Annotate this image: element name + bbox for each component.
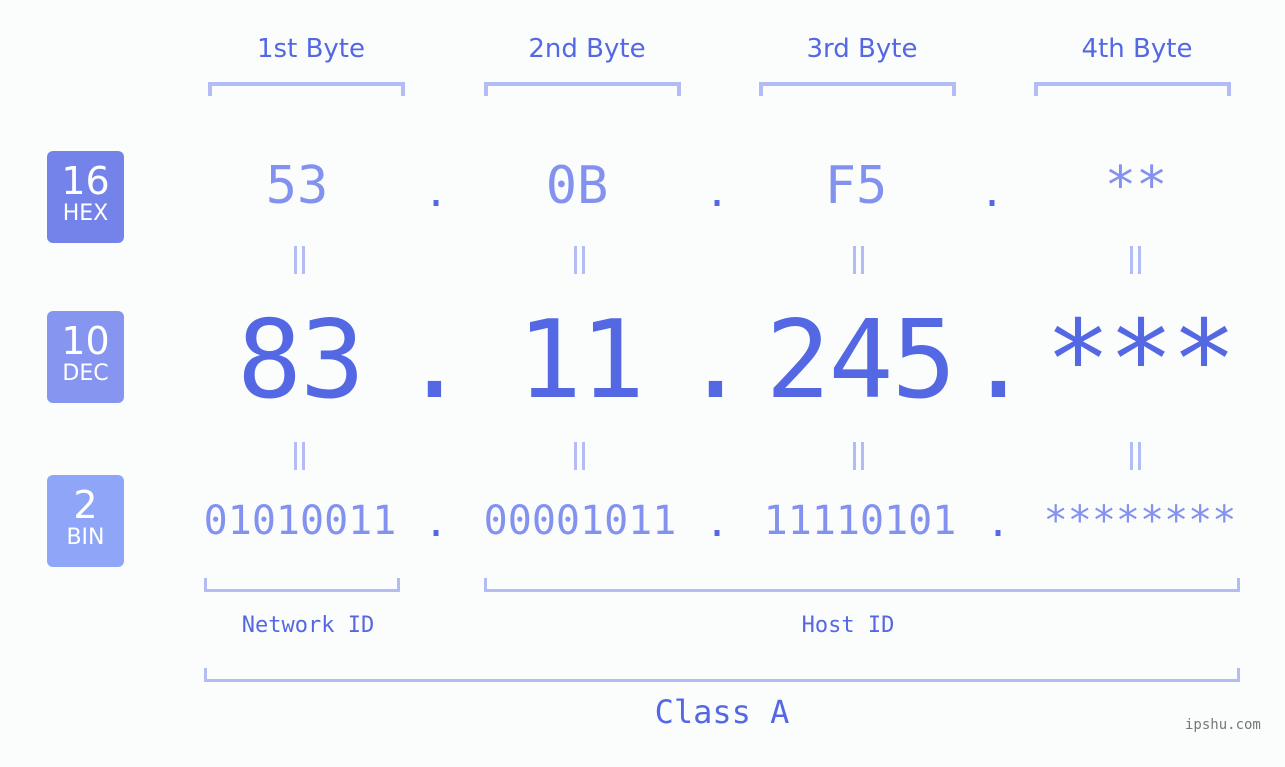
dec-byte-3: 245 bbox=[765, 298, 956, 423]
equals-icon bbox=[292, 442, 306, 470]
equals-icon bbox=[292, 246, 306, 274]
bin-dot-3: . bbox=[985, 500, 1011, 546]
equals-icon bbox=[572, 246, 586, 274]
bin-badge: 2 BIN bbox=[47, 475, 124, 567]
network-id-label: Network ID bbox=[241, 613, 375, 638]
hex-byte-2: 0B bbox=[545, 156, 609, 216]
dec-dot-2: . bbox=[683, 298, 749, 423]
hex-dot-3: . bbox=[979, 170, 1005, 216]
dec-byte-4: *** bbox=[1045, 298, 1236, 423]
byte-header-1: 1st Byte bbox=[257, 34, 365, 64]
hex-base: 16 bbox=[61, 159, 110, 203]
hex-byte-4: ** bbox=[1104, 156, 1168, 216]
dec-dot-3: . bbox=[966, 298, 1032, 423]
hex-badge: 16 HEX bbox=[47, 151, 124, 243]
equals-icon bbox=[851, 442, 865, 470]
bin-unit: BIN bbox=[66, 525, 105, 550]
byte-header-4: 4th Byte bbox=[1081, 34, 1193, 64]
hex-byte-1: 53 bbox=[265, 156, 329, 216]
equals-icon bbox=[1128, 442, 1142, 470]
byte-bracket-1 bbox=[208, 82, 405, 96]
class-bracket bbox=[204, 668, 1240, 682]
dec-base: 10 bbox=[61, 319, 110, 363]
hex-dot-2: . bbox=[704, 170, 730, 216]
byte-bracket-4 bbox=[1034, 82, 1231, 96]
dec-byte-2: 11 bbox=[516, 298, 645, 423]
host-id-bracket bbox=[484, 578, 1240, 592]
bin-byte-3: 11110101 bbox=[763, 498, 957, 544]
byte-header-2: 2nd Byte bbox=[528, 34, 646, 64]
watermark: ipshu.com bbox=[1185, 717, 1261, 733]
dec-unit: DEC bbox=[62, 361, 109, 386]
hex-byte-3: F5 bbox=[824, 156, 888, 216]
host-id-label: Host ID bbox=[801, 613, 895, 638]
dec-badge: 10 DEC bbox=[47, 311, 124, 403]
dec-dot-1: . bbox=[402, 298, 468, 423]
hex-unit: HEX bbox=[62, 201, 109, 226]
bin-dot-1: . bbox=[423, 500, 449, 546]
bin-byte-1: 01010011 bbox=[203, 498, 397, 544]
bin-base: 2 bbox=[73, 483, 98, 527]
dec-byte-1: 83 bbox=[236, 298, 365, 423]
byte-header-3: 3rd Byte bbox=[806, 34, 918, 64]
bin-dot-2: . bbox=[704, 500, 730, 546]
equals-icon bbox=[572, 442, 586, 470]
bin-byte-2: 00001011 bbox=[483, 498, 677, 544]
hex-dot-1: . bbox=[423, 170, 449, 216]
equals-icon bbox=[1128, 246, 1142, 274]
network-id-bracket bbox=[204, 578, 400, 592]
equals-icon bbox=[851, 246, 865, 274]
bin-byte-4: ******** bbox=[1043, 498, 1237, 544]
byte-bracket-3 bbox=[759, 82, 956, 96]
class-label: Class A bbox=[654, 693, 790, 731]
byte-bracket-2 bbox=[484, 82, 681, 96]
